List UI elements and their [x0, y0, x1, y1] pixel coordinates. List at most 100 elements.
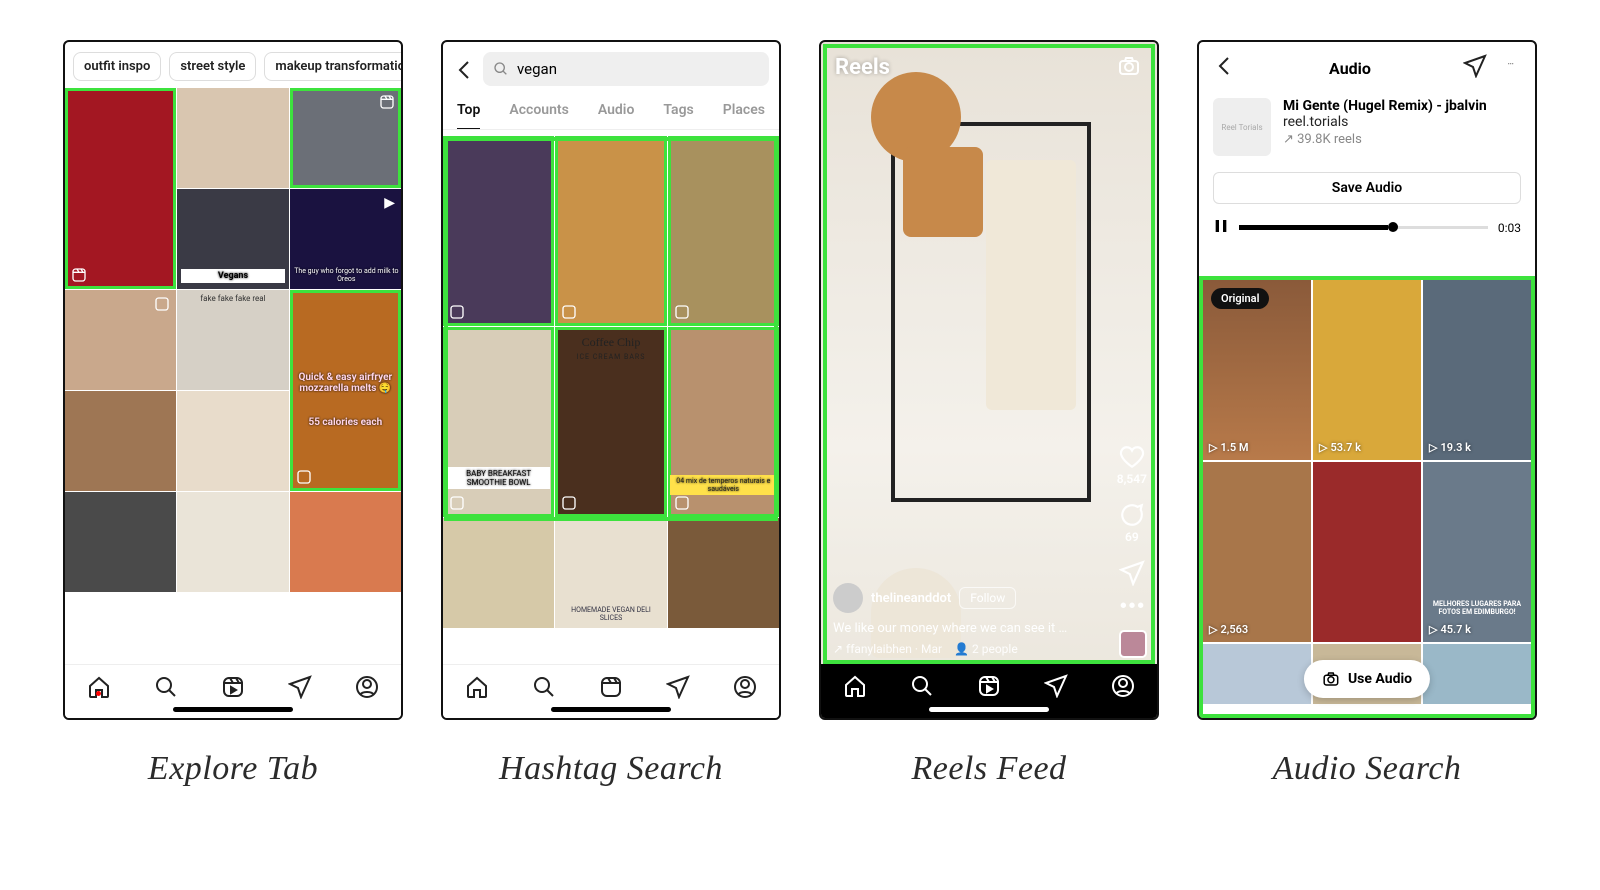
grid-post[interactable] [290, 492, 401, 592]
audio-cover[interactable]: Reel Torials [1213, 98, 1271, 156]
grid-post[interactable] [65, 492, 176, 592]
caption-audio: Audio Search [1273, 750, 1462, 788]
more-button[interactable] [1119, 602, 1145, 628]
grid-post[interactable]: ▷ 19.3 k [1423, 280, 1531, 460]
audio-attribution[interactable]: ↗ ffanylaibhen · Mar [833, 642, 942, 656]
nav-home[interactable] [464, 674, 490, 700]
suggestion-chips: outfit inspo street style makeup transfo… [65, 42, 401, 91]
nav-profile[interactable] [354, 674, 380, 700]
nav-reels[interactable] [598, 674, 624, 700]
nav-home[interactable] [86, 674, 112, 700]
post-caption: The guy who forgot to add milk to Oreos [292, 265, 401, 285]
play-count: ▷ 2,563 [1209, 623, 1248, 636]
explore-grid: Vegans ▶ The guy who forgot to add milk … [65, 88, 401, 664]
hashtag-grid: BABY BREAKFAST SMOOTHIE BOWL Coffee Chip… [443, 136, 779, 664]
user-avatar[interactable] [833, 583, 863, 613]
tab-accounts[interactable]: Accounts [509, 92, 568, 129]
comment-button[interactable]: 69 [1119, 502, 1145, 544]
grid-post[interactable]: MELHORES LUGARES PARA FOTOS EM EDIMBURGO… [1423, 462, 1531, 642]
grid-post[interactable] [177, 88, 288, 188]
grid-post[interactable] [290, 88, 401, 188]
audio-artist[interactable]: reel.torials [1283, 114, 1521, 130]
phone-audio: Audio Reel Torials Mi Gente (Hugel Remix… [1197, 40, 1537, 720]
grid-post[interactable]: Quick & easy airfryer mozzarella melts 🤤… [290, 290, 401, 491]
nav-reels[interactable] [220, 674, 246, 700]
grid-post[interactable] [1313, 462, 1421, 642]
chip-makeup[interactable]: makeup transformation [264, 52, 401, 81]
post-caption: BABY BREAKFAST SMOOTHIE BOWL [447, 467, 550, 489]
grid-post[interactable] [65, 391, 176, 491]
grid-post[interactable]: Vegans [177, 189, 288, 289]
use-audio-button[interactable]: Use Audio [1304, 660, 1430, 698]
grid-post[interactable] [555, 136, 666, 326]
original-badge: Original [1211, 288, 1269, 309]
post-caption: ICE CREAM BARS [559, 351, 662, 363]
post-caption: 55 calories each [294, 415, 397, 430]
phone-explore: outfit inspo street style makeup transfo… [63, 40, 403, 720]
nav-search[interactable] [153, 674, 179, 700]
nav-search[interactable] [531, 674, 557, 700]
grid-post[interactable]: fake fake fake real [177, 290, 288, 390]
nav-activity[interactable] [287, 674, 313, 700]
grid-post[interactable]: ▶ The guy who forgot to add milk to Oreo… [290, 189, 401, 289]
tab-audio[interactable]: Audio [598, 92, 635, 129]
post-caption: MELHORES LUGARES PARA FOTOS EM EDIMBURGO… [1427, 600, 1527, 616]
home-indicator [551, 707, 671, 712]
play-time: 0:03 [1498, 221, 1521, 235]
tagged-people[interactable]: 👤 2 people [954, 642, 1018, 656]
progress-bar[interactable] [1239, 226, 1488, 229]
grid-post[interactable] [177, 391, 288, 491]
sound-thumbnail[interactable] [1119, 630, 1147, 658]
grid-post[interactable] [1423, 644, 1531, 704]
reel-actions: 8,547 69 [1117, 444, 1147, 628]
more-icon[interactable] [1501, 54, 1521, 82]
grid-post[interactable] [668, 518, 779, 628]
grid-post[interactable] [65, 290, 176, 390]
save-audio-button[interactable]: Save Audio [1213, 172, 1521, 204]
grid-post[interactable] [668, 136, 779, 326]
caption-hashtag: Hashtag Search [499, 750, 723, 788]
grid-post[interactable] [1203, 644, 1311, 704]
comment-count: 69 [1125, 530, 1139, 544]
grid-post[interactable] [177, 492, 288, 592]
grid-post[interactable] [443, 136, 554, 326]
play-icon: ▶ [384, 195, 395, 211]
back-icon[interactable] [453, 58, 475, 80]
grid-post[interactable]: ▷ 2,563 [1203, 462, 1311, 642]
camera-icon [1322, 670, 1340, 688]
back-icon[interactable] [1213, 54, 1237, 82]
post-caption: Vegans [181, 269, 284, 283]
reel-info: thelineanddot Follow We like our money w… [833, 583, 1097, 656]
tab-places[interactable]: Places [723, 92, 765, 129]
pause-button[interactable] [1213, 218, 1229, 237]
grid-post[interactable] [65, 88, 176, 289]
follow-button[interactable]: Follow [959, 587, 1016, 609]
username[interactable]: thelineanddot [871, 591, 951, 606]
chip-outfit[interactable]: outfit inspo [73, 52, 161, 81]
grid-post[interactable]: HOMEMADE VEGAN DELI SLICES [555, 518, 666, 628]
grid-post[interactable]: BABY BREAKFAST SMOOTHIE BOWL [443, 327, 554, 517]
post-caption: Coffee Chip [559, 333, 662, 352]
nav-profile[interactable] [732, 674, 758, 700]
progress-knob[interactable] [1388, 222, 1398, 232]
like-button[interactable]: 8,547 [1117, 444, 1147, 486]
search-input[interactable]: vegan [483, 52, 769, 86]
grid-post[interactable]: Coffee Chip ICE CREAM BARS [555, 327, 666, 517]
share-icon[interactable] [1463, 54, 1487, 82]
chip-street[interactable]: street style [169, 52, 256, 81]
grid-post[interactable]: 04 mix de temperos naturais e saudáveis [668, 327, 779, 517]
search-value: vegan [517, 60, 557, 78]
grid-post[interactable]: ▷ 53.7 k [1313, 280, 1421, 460]
camera-icon[interactable] [1117, 54, 1143, 80]
audio-reels-grid: Original ▷ 1.5 M ▷ 53.7 k ▷ 19.3 k ▷ 2,5… [1199, 276, 1535, 718]
play-count: ▷ 1.5 M [1209, 441, 1249, 454]
post-caption: Quick & easy airfryer mozzarella melts 🤤 [294, 370, 397, 396]
grid-post[interactable]: Original ▷ 1.5 M [1203, 280, 1311, 460]
nav-activity[interactable] [665, 674, 691, 700]
tab-tags[interactable]: Tags [663, 92, 693, 129]
tab-top[interactable]: Top [457, 92, 480, 129]
share-button[interactable] [1119, 560, 1145, 586]
post-caption: 04 mix de temperos naturais e saudáveis [670, 475, 777, 495]
grid-post[interactable] [443, 518, 554, 628]
play-count: ▷ 45.7 k [1429, 623, 1471, 636]
